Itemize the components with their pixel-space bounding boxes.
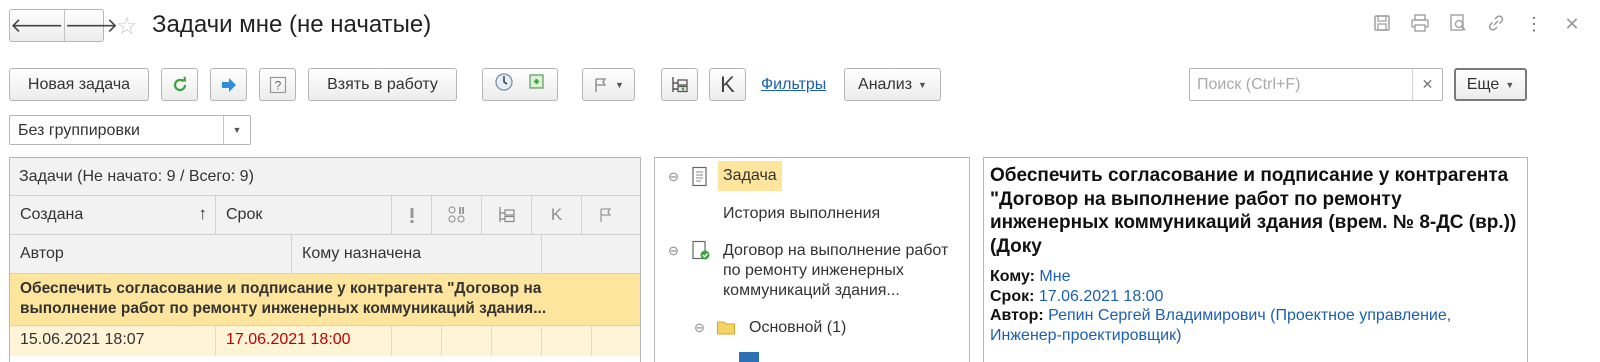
command-bar: Новая задача ? Взять в работу ▼ K Фильтр… — [0, 68, 1600, 104]
tree-item-contract[interactable]: Договор на выполнение работ по ремонту и… — [723, 241, 965, 301]
empty-cell — [492, 326, 542, 356]
forward-button[interactable]: 🡒 — [63, 10, 119, 41]
grouping-value: Без группировки — [18, 122, 140, 139]
table-header-row-2: Автор Кому назначена — [10, 235, 640, 274]
contract-document-icon — [691, 240, 711, 266]
flag-column-icon[interactable] — [582, 196, 630, 234]
collapse-icon[interactable]: ⊖ — [668, 243, 679, 259]
tasks-table: Задачи (Не начато: 9 / Всего: 9) Создана… — [9, 157, 641, 362]
task-title: Обеспечить согласование и подписание у к… — [990, 165, 1517, 257]
column-header-spacer — [542, 235, 640, 273]
help-button[interactable]: ? — [259, 68, 296, 101]
chevron-down-icon: ▼ — [1505, 79, 1515, 90]
forward-arrow-icon — [221, 77, 236, 92]
column-header-created[interactable]: Создана ↑ — [10, 196, 216, 234]
document-icon — [691, 166, 709, 192]
arrow-left-icon: 🡐 — [10, 15, 64, 37]
more-dropdown-button[interactable]: Еще ▼ — [1454, 68, 1527, 101]
save-icon[interactable] — [1372, 14, 1392, 37]
preview-icon[interactable] — [1448, 14, 1468, 37]
add-subtask-icon[interactable] — [527, 72, 547, 97]
search-field: Поиск (Ctrl+F) ✕ — [1189, 68, 1443, 101]
empty-cell — [392, 326, 442, 356]
assignee-link[interactable]: Мне — [1039, 268, 1070, 285]
empty-cell — [542, 326, 592, 356]
table-caption: Задачи (Не начато: 9 / Всего: 9) — [10, 158, 640, 196]
table-header-row-1: Создана ↑ Срок K — [10, 196, 640, 235]
svg-text:?: ? — [274, 78, 281, 92]
grouping-select[interactable]: Без группировки ▼ — [9, 115, 251, 145]
view-toggle-group — [482, 68, 558, 101]
clear-search-icon[interactable]: ✕ — [1412, 69, 1442, 100]
help-icon: ? — [269, 76, 286, 93]
tree-item-task[interactable]: Задача — [718, 161, 782, 191]
due-cell: 17.06.2021 18:00 — [216, 326, 392, 356]
folder-icon — [716, 318, 736, 340]
task-tree: ⊖ Задача История выполнения ⊖ Договор на… — [654, 157, 970, 362]
close-icon[interactable]: ✕ — [1562, 14, 1582, 37]
k-column-icon[interactable]: K — [532, 196, 582, 234]
link-icon[interactable] — [1486, 14, 1506, 37]
flag-icon — [595, 77, 607, 92]
arrow-right-icon: 🡒 — [64, 15, 119, 37]
refresh-button[interactable] — [161, 68, 198, 101]
importance-column-icon[interactable] — [392, 196, 432, 234]
title-actions: ⋮ ✕ — [1372, 14, 1582, 37]
chevron-down-icon: ▼ — [615, 79, 624, 90]
back-button[interactable]: 🡐 — [10, 10, 64, 41]
search-input[interactable]: Поиск (Ctrl+F) — [1190, 76, 1412, 94]
tree-item-main-folder[interactable]: Основной (1) — [749, 318, 846, 338]
collapse-icon[interactable]: ⊖ — [668, 169, 679, 185]
column-header-due[interactable]: Срок — [216, 196, 392, 234]
column-header-assignee[interactable]: Кому назначена — [292, 235, 542, 273]
flag-dropdown-button[interactable]: ▼ — [582, 68, 635, 101]
column-header-author[interactable]: Автор — [10, 235, 292, 273]
forward-task-button[interactable] — [210, 68, 247, 101]
chevron-down-icon[interactable]: ▼ — [223, 116, 250, 144]
assignee-row: Кому: Мне — [990, 268, 1071, 285]
hierarchy-button[interactable] — [661, 68, 698, 101]
collapse-icon[interactable]: ⊖ — [694, 320, 705, 336]
due-value: 17.06.2021 18:00 — [1038, 287, 1164, 305]
due-row: Срок: 17.06.2021 18:00 — [990, 287, 1164, 305]
favorite-star-icon[interactable]: ☆ — [116, 12, 138, 41]
k-button[interactable]: K — [709, 68, 746, 101]
print-icon[interactable] — [1410, 14, 1430, 37]
empty-cell — [442, 326, 492, 356]
filters-link[interactable]: Фильтры — [761, 76, 826, 94]
task-details: Обеспечить согласование и подписание у к… — [983, 157, 1528, 362]
sort-ascending-icon: ↑ — [198, 204, 208, 223]
take-to-work-button[interactable]: Взять в работу — [308, 68, 457, 101]
new-task-button[interactable]: Новая задача — [9, 68, 149, 101]
author-link[interactable]: Репин Сергей Владимирович (Проектное упр… — [990, 307, 1451, 344]
chevron-down-icon: ▼ — [918, 79, 927, 90]
created-cell: 15.06.2021 18:07 — [10, 326, 216, 356]
author-row: Автор: Репин Сергей Владимирович (Проект… — [990, 307, 1452, 344]
clock-icon[interactable] — [494, 72, 514, 97]
nav-group: 🡐 🡒 — [9, 9, 118, 42]
table-row[interactable]: 15.06.2021 18:07 17.06.2021 18:00 — [10, 326, 640, 356]
tree-item-history[interactable]: История выполнения — [723, 204, 880, 224]
selected-task-title-row[interactable]: Обеспечить согласование и подписание у к… — [10, 274, 640, 326]
process-column-icon[interactable] — [432, 196, 482, 234]
file-icon — [739, 352, 759, 362]
more-vertical-icon[interactable]: ⋮ — [1524, 14, 1544, 37]
refresh-icon — [173, 76, 186, 91]
window-titlebar: 🡐 🡒 ☆ Задачи мне (не начатые) ⋮ ✕ — [0, 0, 1600, 52]
analysis-dropdown-button[interactable]: Анализ ▼ — [844, 68, 941, 101]
window-title: Задачи мне (не начатые) — [152, 11, 432, 38]
hierarchy-column-icon[interactable] — [482, 196, 532, 234]
hierarchy-icon — [671, 76, 688, 92]
